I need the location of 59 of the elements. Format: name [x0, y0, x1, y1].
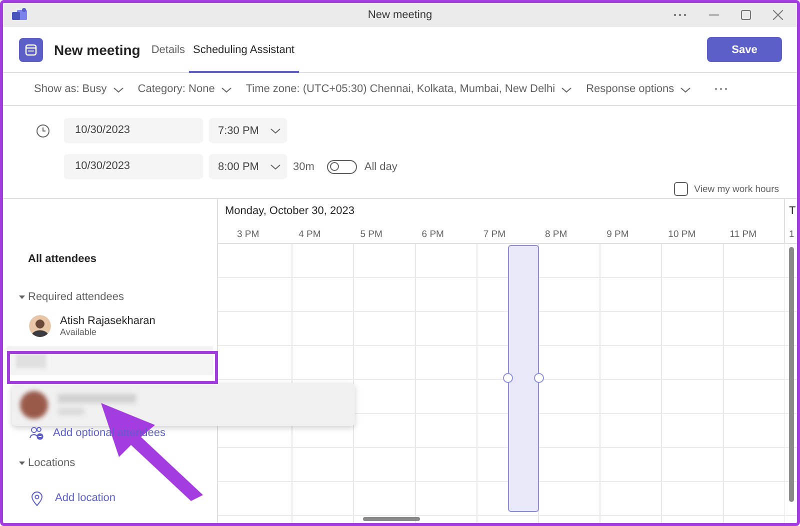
all-day-label: All day [364, 160, 398, 172]
close-icon [773, 10, 783, 20]
time-dropdown[interactable]: 7:30 PM [209, 118, 287, 143]
scrollbar-thumb[interactable] [789, 247, 794, 502]
people-add-icon [29, 426, 44, 440]
scrollbar-thumb[interactable] [363, 517, 420, 521]
section-toggle[interactable]: Required attendees [19, 289, 217, 305]
resize-handle[interactable] [534, 373, 544, 383]
hour-label: 8 PM [544, 229, 568, 240]
hour-label: 10 PM [667, 229, 697, 240]
more-icon [714, 87, 728, 91]
more-icon [673, 13, 687, 17]
section-heading: All attendees [28, 253, 98, 267]
tab[interactable]: Details [147, 28, 189, 73]
meeting-title: New meeting [54, 42, 140, 58]
avatar-icon [29, 315, 51, 337]
calendar-icon [19, 38, 43, 62]
dropdown[interactable]: Category: None [134, 83, 235, 95]
tab[interactable]: Scheduling Assistant [188, 28, 298, 73]
chevron-down-icon [270, 162, 281, 171]
chevron-down-icon [680, 84, 692, 94]
toggle-switch[interactable] [327, 160, 358, 174]
section-toggle[interactable]: Locations [19, 455, 217, 471]
attendee-name: Atish Rajasekharan [60, 315, 156, 327]
hour-label: 7 PM [482, 229, 507, 240]
date-heading: T [789, 205, 796, 219]
chevron-down-icon [270, 126, 281, 135]
clock-icon [36, 124, 50, 138]
add-location-link[interactable]: Add location [31, 490, 217, 506]
meeting-block[interactable] [508, 245, 539, 512]
save-button[interactable]: Save [707, 37, 782, 62]
dropdown[interactable]: Time zone: (UTC+05:30) Chennai, Kolkata, Mumbai, New Delhi [242, 83, 576, 95]
chevron-down-icon [561, 84, 572, 94]
chevron-down-icon [220, 84, 232, 94]
hour-label: 3 PM [236, 229, 260, 240]
duration-label: 30m [293, 160, 314, 172]
date-field[interactable]: 10/30/2023 [64, 154, 203, 179]
hour-label: 11 PM [728, 229, 758, 240]
minimize-icon [709, 14, 719, 16]
hour-label: 9 PM [606, 229, 630, 240]
hour-label: 5 PM [359, 229, 384, 240]
hour-label: 4 PM [298, 229, 322, 240]
resize-handle[interactable] [503, 373, 513, 383]
checkbox[interactable] [674, 182, 688, 196]
dropdown[interactable]: Show as: Busy [31, 83, 127, 95]
date-heading: Monday, October 30, 2023 [225, 205, 356, 219]
date-field[interactable]: 10/30/2023 [64, 118, 203, 143]
app-logo-icon [12, 8, 28, 22]
location-pin-icon [31, 490, 43, 506]
hour-label: 6 PM [420, 229, 445, 240]
checkbox-label: View my work hours [694, 184, 779, 194]
blurred-avatar [20, 390, 48, 418]
time-dropdown[interactable]: 8:00 PM [209, 154, 287, 179]
hour-label: 1 [789, 229, 796, 240]
window-title: New meeting [366, 9, 434, 21]
dropdown[interactable]: Response options [583, 83, 694, 95]
attendee-status: Available [60, 327, 98, 337]
chevron-down-icon [112, 84, 124, 94]
maximize-icon [741, 10, 751, 20]
